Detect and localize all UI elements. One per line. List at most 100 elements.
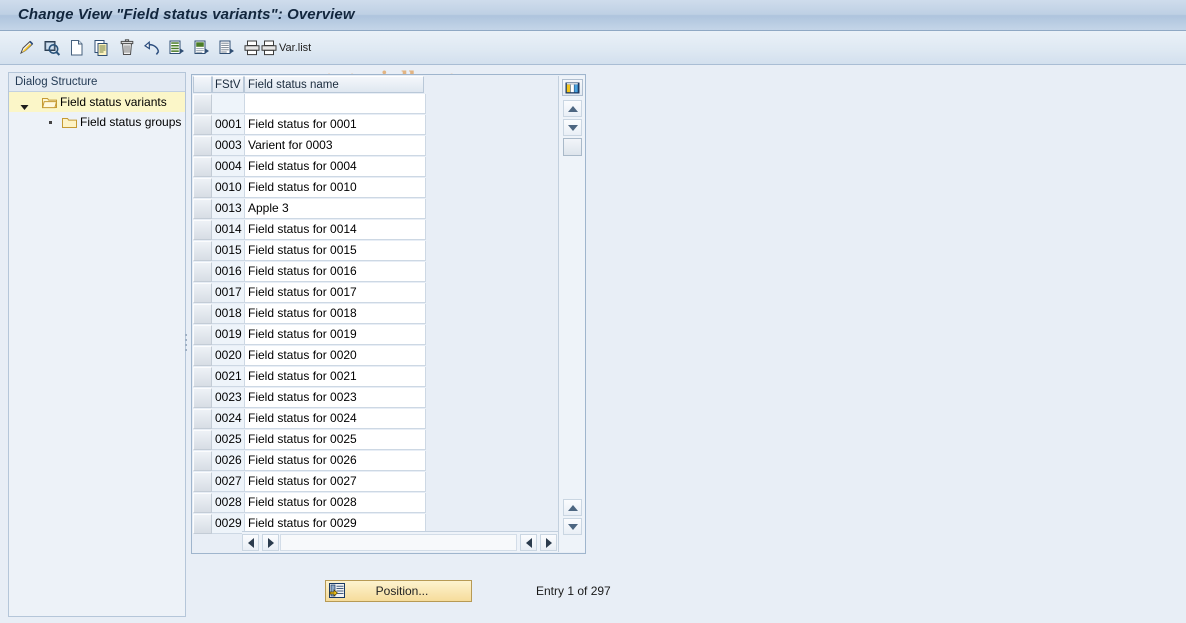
table-row[interactable]: 0010 Field status for 0010 — [193, 178, 426, 199]
undo-change-icon[interactable] — [141, 36, 163, 60]
table-settings-icon[interactable] — [562, 79, 583, 96]
display-magnifier-icon[interactable] — [41, 36, 63, 60]
row-select-box[interactable] — [193, 493, 212, 513]
scroll-down-button[interactable] — [563, 119, 582, 136]
row-select-box[interactable] — [193, 304, 212, 324]
edit-pencil-icon[interactable] — [16, 36, 38, 60]
cell-field-status-name[interactable]: Varient for 0003 — [245, 136, 426, 156]
hscroll-track[interactable] — [280, 534, 517, 551]
cell-fstv[interactable]: 0023 — [212, 388, 245, 408]
cell-field-status-name[interactable]: Field status for 0004 — [245, 157, 426, 177]
table-row[interactable]: 0024 Field status for 0024 — [193, 409, 426, 430]
table-row[interactable]: 0013 Apple 3 — [193, 199, 426, 220]
cell-fstv[interactable]: 0017 — [212, 283, 245, 303]
cell-field-status-name[interactable]: Field status for 0010 — [245, 178, 426, 198]
cell-fstv[interactable]: 0003 — [212, 136, 245, 156]
cell-field-status-name[interactable]: Field status for 0019 — [245, 325, 426, 345]
row-select-box[interactable] — [193, 241, 212, 261]
cell-field-status-name[interactable]: Field status for 0023 — [245, 388, 426, 408]
table-select-all-header[interactable] — [193, 76, 212, 93]
hscroll-page-left-button[interactable] — [520, 534, 537, 551]
row-select-box[interactable] — [193, 388, 212, 408]
row-select-box[interactable] — [193, 451, 212, 471]
position-button[interactable]: Position... — [325, 580, 472, 602]
cell-field-status-name[interactable]: Field status for 0027 — [245, 472, 426, 492]
table-row[interactable]: 0025 Field status for 0025 — [193, 430, 426, 451]
cell-field-status-name[interactable]: Apple 3 — [245, 199, 426, 219]
scroll-page-up-button[interactable] — [563, 499, 582, 516]
row-select-box[interactable] — [193, 430, 212, 450]
cell-fstv[interactable]: 0004 — [212, 157, 245, 177]
table-row[interactable]: 0018 Field status for 0018 — [193, 304, 426, 325]
hscroll-left-button[interactable] — [242, 534, 259, 551]
cell-fstv[interactable]: 0029 — [212, 514, 245, 534]
row-select-box[interactable] — [193, 283, 212, 303]
cell-field-status-name[interactable]: Field status for 0021 — [245, 367, 426, 387]
cell-fstv[interactable]: 0020 — [212, 346, 245, 366]
hscroll-right-button[interactable] — [262, 534, 279, 551]
cell-fstv[interactable]: 0013 — [212, 199, 245, 219]
table-row[interactable]: 0021 Field status for 0021 — [193, 367, 426, 388]
cell-field-status-name[interactable]: Field status for 0017 — [245, 283, 426, 303]
table-horizontal-scrollbar[interactable] — [242, 531, 558, 552]
cell-fstv[interactable] — [212, 94, 245, 114]
cell-fstv[interactable]: 0026 — [212, 451, 245, 471]
table-row[interactable]: 0014 Field status for 0014 — [193, 220, 426, 241]
delete-trash-icon[interactable] — [116, 36, 138, 60]
print-variant-list-icon[interactable]: Var.list — [258, 36, 313, 60]
table-row[interactable]: 0015 Field status for 0015 — [193, 241, 426, 262]
new-entries-icon[interactable] — [66, 36, 88, 60]
table-row[interactable]: 0016 Field status for 0016 — [193, 262, 426, 283]
table-row[interactable]: 0027 Field status for 0027 — [193, 472, 426, 493]
table-row[interactable]: 0023 Field status for 0023 — [193, 388, 426, 409]
cell-fstv[interactable]: 0024 — [212, 409, 245, 429]
select-block-list-icon[interactable] — [216, 36, 238, 60]
row-select-box[interactable] — [193, 178, 212, 198]
cell-fstv[interactable]: 0019 — [212, 325, 245, 345]
sidebar-item-field-status-variants[interactable]: Field status variants — [9, 92, 185, 112]
cell-field-status-name[interactable]: Field status for 0001 — [245, 115, 426, 135]
cell-fstv[interactable]: 0028 — [212, 493, 245, 513]
copy-as-icon[interactable] — [91, 36, 113, 60]
cell-field-status-name[interactable]: Field status for 0018 — [245, 304, 426, 324]
cell-fstv[interactable]: 0016 — [212, 262, 245, 282]
panel-splitter-handle[interactable] — [184, 334, 188, 356]
cell-fstv[interactable]: 0015 — [212, 241, 245, 261]
deselect-all-list-icon[interactable] — [191, 36, 213, 60]
row-select-box[interactable] — [193, 136, 212, 156]
table-row[interactable]: 0020 Field status for 0020 — [193, 346, 426, 367]
row-select-box[interactable] — [193, 94, 212, 114]
row-select-box[interactable] — [193, 199, 212, 219]
table-row[interactable]: 0003 Varient for 0003 — [193, 136, 426, 157]
row-select-box[interactable] — [193, 325, 212, 345]
cell-fstv[interactable]: 0027 — [212, 472, 245, 492]
cell-field-status-name[interactable]: Field status for 0014 — [245, 220, 426, 240]
table-row[interactable]: 0026 Field status for 0026 — [193, 451, 426, 472]
cell-field-status-name[interactable]: Field status for 0020 — [245, 346, 426, 366]
scroll-page-down-button[interactable] — [563, 518, 582, 535]
row-select-box[interactable] — [193, 262, 212, 282]
row-select-box[interactable] — [193, 367, 212, 387]
cell-field-status-name[interactable]: Field status for 0026 — [245, 451, 426, 471]
cell-field-status-name[interactable]: Field status for 0016 — [245, 262, 426, 282]
select-all-list-icon[interactable] — [166, 36, 188, 60]
cell-fstv[interactable]: 0014 — [212, 220, 245, 240]
cell-field-status-name[interactable]: Field status for 0028 — [245, 493, 426, 513]
cell-field-status-name[interactable]: Field status for 0024 — [245, 409, 426, 429]
column-header-fstv[interactable]: FStV — [212, 76, 244, 93]
cell-field-status-name[interactable]: Field status for 0025 — [245, 430, 426, 450]
row-select-box[interactable] — [193, 409, 212, 429]
cell-fstv[interactable]: 0021 — [212, 367, 245, 387]
table-row[interactable]: 0019 Field status for 0019 — [193, 325, 426, 346]
row-select-box[interactable] — [193, 472, 212, 492]
scroll-thumb[interactable] — [563, 138, 582, 156]
table-row[interactable]: 0004 Field status for 0004 — [193, 157, 426, 178]
table-row[interactable]: 0028 Field status for 0028 — [193, 493, 426, 514]
cell-fstv[interactable]: 0025 — [212, 430, 245, 450]
row-select-box[interactable] — [193, 514, 212, 534]
hscroll-page-right-button[interactable] — [540, 534, 557, 551]
cell-fstv[interactable]: 0018 — [212, 304, 245, 324]
cell-field-status-name[interactable]: Field status for 0015 — [245, 241, 426, 261]
table-row[interactable]: 0001 Field status for 0001 — [193, 115, 426, 136]
row-select-box[interactable] — [193, 346, 212, 366]
